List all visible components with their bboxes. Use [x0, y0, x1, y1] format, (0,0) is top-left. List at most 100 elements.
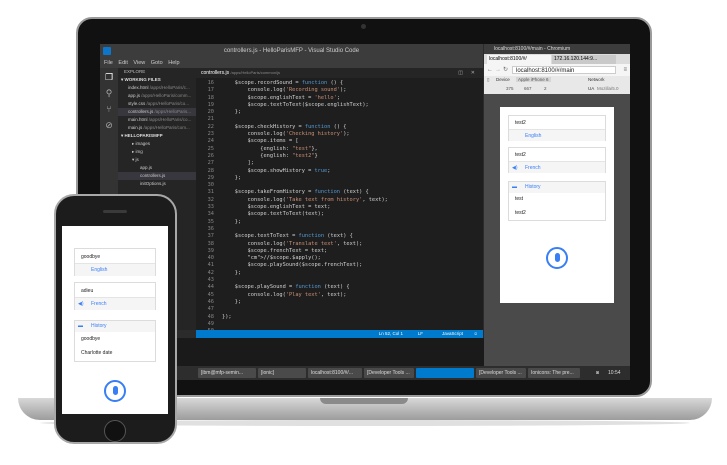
- working-file[interactable]: main.html /apps/HelloParis/co...: [118, 116, 196, 124]
- tree-file[interactable]: initOptions.js: [118, 180, 196, 188]
- menu-goto[interactable]: Goto: [151, 60, 163, 66]
- code-line[interactable]: 17 console.log('Recording sound');: [200, 87, 480, 94]
- tray-icon[interactable]: ◙: [596, 366, 599, 380]
- taskbar-item-vscode[interactable]: [416, 368, 474, 378]
- working-file[interactable]: app.js /apps/HelloParis/comm...: [118, 92, 196, 100]
- reload-icon[interactable]: ↻: [503, 64, 508, 76]
- code-line[interactable]: 41 $scope.playSound($scope.frenchText);: [200, 262, 480, 269]
- menu-edit[interactable]: Edit: [118, 60, 127, 66]
- taskbar-item-devtools[interactable]: [Developer Tools ...: [364, 368, 414, 378]
- working-file[interactable]: index.html /apps/HelloParis/c...: [118, 84, 196, 92]
- split-editor-icon[interactable]: ◫: [458, 68, 463, 78]
- taskbar-item-terminal[interactable]: [ibm@mfp-semin...: [198, 368, 256, 378]
- code-line[interactable]: 19 $scope.textToText($scope.englishText)…: [200, 102, 480, 109]
- zoom-field[interactable]: 2: [544, 86, 547, 91]
- cursor-position[interactable]: Ln 52, Col 1: [379, 330, 403, 338]
- phone-speaker-icon[interactable]: ◀): [78, 301, 84, 307]
- taskbar-item-browser[interactable]: localhost:8100/#/...: [308, 368, 362, 378]
- working-files-header[interactable]: ▾ WORKING FILES: [118, 76, 196, 84]
- menu-view[interactable]: View: [133, 60, 145, 66]
- menu-help[interactable]: Help: [168, 60, 179, 66]
- height-field[interactable]: 667: [524, 86, 532, 91]
- tree-folder[interactable]: ▾ js: [118, 156, 196, 164]
- code-line[interactable]: 49: [200, 321, 480, 328]
- eol-indicator[interactable]: LF: [418, 330, 423, 338]
- tree-file-active[interactable]: controllers.js: [118, 172, 196, 180]
- working-file[interactable]: main.js /apps/HelloParis/com...: [118, 124, 196, 132]
- device-select[interactable]: Apple iPhone 6: [516, 77, 551, 82]
- code-line[interactable]: 24 $scope.items = [: [200, 138, 480, 145]
- phone-history-item[interactable]: goodbye: [81, 336, 100, 342]
- english-language-row[interactable]: English: [509, 129, 605, 141]
- working-file[interactable]: style.css /apps/HelloParis/co...: [118, 100, 196, 108]
- tree-file[interactable]: app.js: [118, 164, 196, 172]
- tree-folder[interactable]: ▸ img: [118, 148, 196, 156]
- code-line[interactable]: 40 "cm">//$scope.$apply();: [200, 255, 480, 262]
- debug-icon[interactable]: ⊘: [104, 120, 114, 130]
- code-line[interactable]: 32 console.log('Take text from history',…: [200, 197, 480, 204]
- taskbar-item-ionic[interactable]: [ionic]: [258, 368, 306, 378]
- code-line[interactable]: 28 $scope.showHistory = true;: [200, 168, 480, 175]
- code-line[interactable]: 43: [200, 277, 480, 284]
- code-line[interactable]: 37 $scope.textToText = function (text) {: [200, 233, 480, 240]
- git-icon[interactable]: ⑂: [104, 104, 114, 114]
- forward-icon[interactable]: →: [495, 64, 501, 76]
- code-line[interactable]: 34 $scope.textToText(text);: [200, 211, 480, 218]
- history-item[interactable]: test: [515, 196, 523, 202]
- phone-history-header[interactable]: ▬ History: [75, 321, 155, 332]
- back-icon[interactable]: ←: [487, 64, 493, 76]
- project-header[interactable]: ▾ HELLOPARISMFP: [118, 132, 196, 140]
- code-line[interactable]: 18 $scope.englishText = 'hello';: [200, 95, 480, 102]
- tree-folder[interactable]: ▸ images: [118, 140, 196, 148]
- search-icon[interactable]: ⚲: [104, 88, 114, 98]
- code-line[interactable]: 38 console.log('Translate text', text);: [200, 241, 480, 248]
- code-line[interactable]: 16 $scope.recordSound = function () {: [200, 80, 480, 87]
- close-editor-icon[interactable]: ✕: [471, 68, 475, 78]
- code-line[interactable]: 44 $scope.playSound = function (text) {: [200, 284, 480, 291]
- menu-icon[interactable]: ≡: [623, 64, 627, 76]
- code-line[interactable]: 20 };: [200, 109, 480, 116]
- code-line[interactable]: 39 $scope.frenchText = text;: [200, 248, 480, 255]
- menu-file[interactable]: File: [104, 60, 113, 66]
- width-field[interactable]: 375: [506, 86, 514, 91]
- code-line[interactable]: 48});: [200, 314, 480, 321]
- taskbar-item-ionicons[interactable]: Ionicons: The pre...: [528, 368, 580, 378]
- smiley-icon[interactable]: ☺: [473, 330, 478, 338]
- code-line[interactable]: 30: [200, 182, 480, 189]
- home-button[interactable]: [104, 420, 126, 442]
- code-line[interactable]: 47: [200, 306, 480, 313]
- code-line[interactable]: 23 console.log('Checking history');: [200, 131, 480, 138]
- code-line[interactable]: 36: [200, 226, 480, 233]
- browser-tab[interactable]: 172.16.120.144:9...: [552, 55, 616, 64]
- code-line[interactable]: 35 };: [200, 219, 480, 226]
- language-mode[interactable]: JavaScript: [442, 330, 463, 338]
- phone-english-row[interactable]: English: [75, 263, 155, 276]
- code-line[interactable]: 27 ];: [200, 160, 480, 167]
- ua-value[interactable]: Mozilla/5.0: [597, 86, 619, 91]
- editor-tab[interactable]: controllers.js: [201, 70, 229, 76]
- code-line[interactable]: 45 console.log('Play text', text);: [200, 292, 480, 299]
- code-line[interactable]: 46 };: [200, 299, 480, 306]
- code-line[interactable]: 42 };: [200, 270, 480, 277]
- speaker-icon[interactable]: ◀): [512, 165, 518, 171]
- history-item[interactable]: test2: [515, 210, 526, 216]
- working-file-active[interactable]: controllers.js /apps/HelloParis...: [118, 108, 196, 116]
- code-line[interactable]: 33 $scope.englishText = text;: [200, 204, 480, 211]
- french-language-row[interactable]: ◀) French: [509, 161, 605, 173]
- code-line[interactable]: 26 {english: "test2"}: [200, 153, 480, 160]
- phone-mic-button[interactable]: [104, 380, 126, 402]
- code-line[interactable]: 31 $scope.takeFromHistory = function (te…: [200, 189, 480, 196]
- code-line[interactable]: 22 $scope.checkHistory = function () {: [200, 124, 480, 131]
- files-icon[interactable]: ❐: [104, 72, 114, 82]
- taskbar-item-devtools-2[interactable]: [Developer Tools ...: [476, 368, 526, 378]
- phone-history-item[interactable]: Charlotte date: [81, 350, 112, 356]
- url-input[interactable]: localhost:8100/#/main: [512, 66, 616, 74]
- browser-tab-active[interactable]: localhost:8100/#/: [487, 55, 551, 64]
- phone-french-row[interactable]: ◀) French: [75, 297, 155, 310]
- mobile-icon[interactable]: ▯: [487, 77, 489, 83]
- code-line[interactable]: 21: [200, 116, 480, 123]
- code-editor-text[interactable]: 16 $scope.recordSound = function () {17 …: [200, 80, 480, 350]
- mic-button[interactable]: [546, 247, 568, 269]
- history-header[interactable]: ▬ History: [509, 182, 605, 193]
- code-line[interactable]: 29 };: [200, 175, 480, 182]
